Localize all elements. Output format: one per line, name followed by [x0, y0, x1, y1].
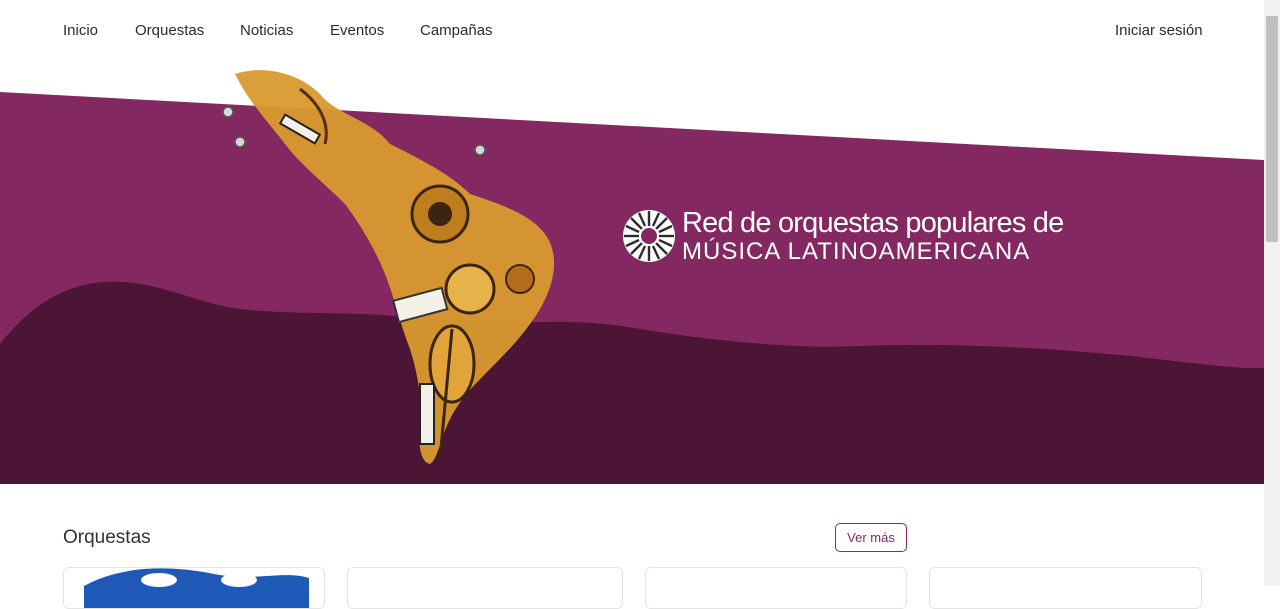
ver-mas-button[interactable]: Ver más	[835, 523, 907, 552]
nav-link-campanas[interactable]: Campañas	[420, 22, 493, 39]
page-scrollbar[interactable]	[1264, 0, 1280, 586]
login-link[interactable]: Iniciar sesión	[1115, 22, 1203, 39]
brand-title-line2: MÚSICA LATINOAMERICANA	[682, 237, 1031, 265]
orquesta-card-image	[64, 568, 324, 608]
orquesta-card[interactable]	[645, 567, 907, 609]
hero-banner: Red de orquestas populares de MÚSICA LAT…	[0, 64, 1264, 484]
nav-link-orquestas[interactable]: Orquestas	[135, 22, 204, 39]
record-logo-icon	[623, 210, 675, 262]
site-brand: Red de orquestas populares de MÚSICA LAT…	[622, 204, 1064, 268]
orquesta-card[interactable]	[63, 567, 325, 609]
orquesta-card[interactable]	[929, 567, 1202, 609]
nav-link-inicio[interactable]: Inicio	[63, 22, 98, 39]
top-navbar: Inicio Orquestas Noticias Eventos Campañ…	[0, 0, 1264, 64]
hero-background	[0, 64, 1264, 484]
scrollbar-thumb[interactable]	[1266, 16, 1278, 242]
brand-title-line1: Red de orquestas populares de	[682, 206, 1064, 239]
nav-link-eventos[interactable]: Eventos	[330, 22, 384, 39]
section-title-orquestas: Orquestas	[63, 527, 151, 548]
orquesta-card[interactable]	[347, 567, 623, 609]
nav-link-noticias[interactable]: Noticias	[240, 22, 293, 39]
